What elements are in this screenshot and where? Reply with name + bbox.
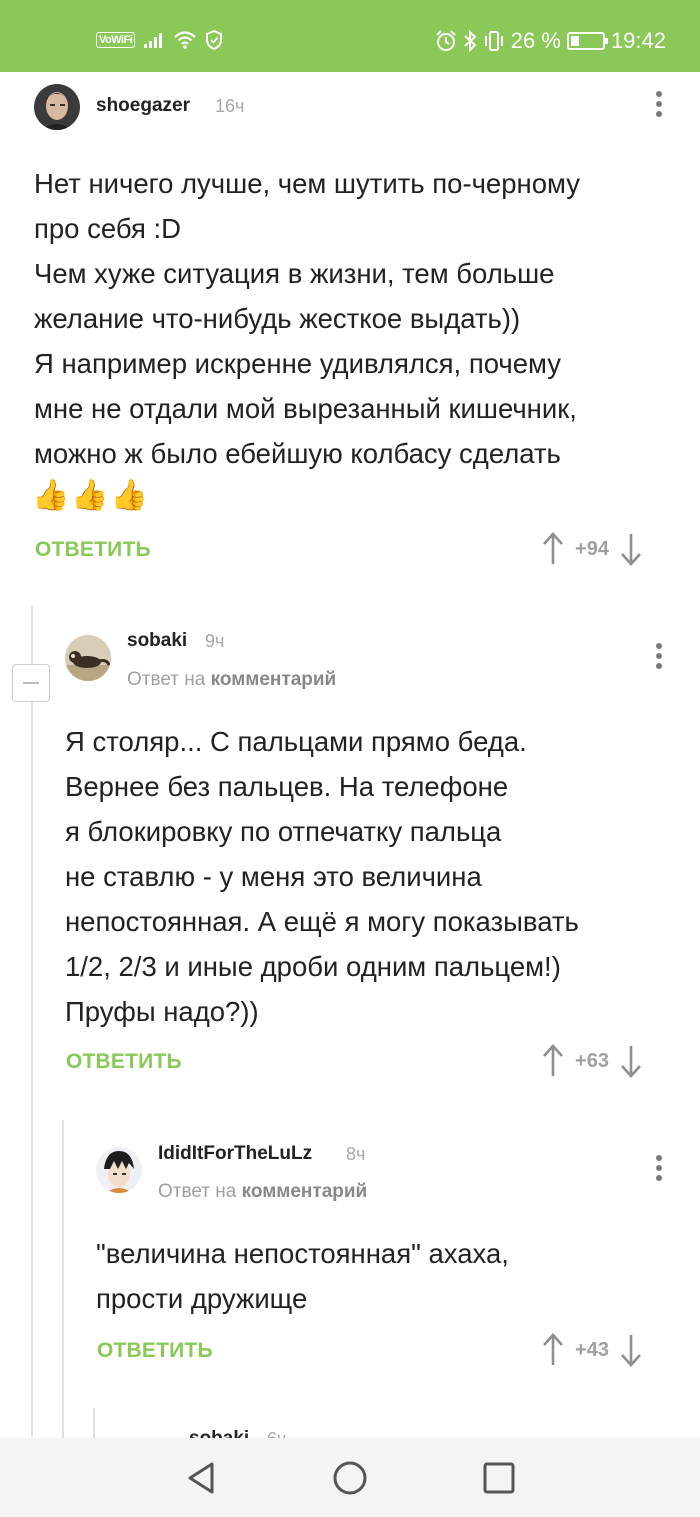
score: +94 [575, 537, 609, 560]
status-left: VoWiFi [96, 30, 223, 50]
vote-controls: +63 [542, 1044, 642, 1078]
text-line: Пруфы надо?)) [65, 996, 259, 1027]
text-line: прости дружище [96, 1283, 308, 1314]
comment-text: Я столяр... С пальцами прямо беда. Верне… [65, 719, 579, 1034]
reply-to-prefix: Ответ на [127, 669, 206, 690]
wifi-icon [174, 31, 197, 49]
vowifi-icon: VoWiFi [96, 32, 136, 48]
text-line: Вернее без пальцев. На телефоне [65, 771, 509, 802]
thread-line [93, 1408, 95, 1438]
arrow-down-icon[interactable] [620, 1044, 642, 1078]
vote-controls: +94 [542, 532, 642, 566]
reply-to: Ответ на комментарий [158, 1181, 367, 1203]
more-options-icon[interactable] [653, 643, 665, 673]
text-line: не ставлю - у меня это величина [65, 861, 482, 892]
vote-controls: +43 [542, 1333, 642, 1367]
arrow-up-icon[interactable] [542, 532, 564, 566]
thread-line [62, 1120, 64, 1438]
text-line: про себя :D [34, 213, 182, 244]
collapse-thread-button[interactable] [12, 664, 50, 702]
battery-icon [566, 32, 608, 50]
avatar[interactable] [96, 1147, 142, 1193]
arrow-up-icon[interactable] [542, 1333, 564, 1367]
text-line: я блокировку по отпечатку пальца [65, 816, 502, 847]
text-line: Я столяр... С пальцами прямо беда. [65, 726, 527, 757]
reply-to-link[interactable]: комментарий [211, 669, 337, 690]
recents-icon[interactable] [482, 1460, 516, 1496]
text-line: непостоянная. А ещё я могу показывать [65, 906, 579, 937]
alarm-icon [436, 30, 456, 51]
avatar-image [34, 84, 80, 130]
status-right: 26 % 19:42 [435, 28, 666, 54]
arrow-up-icon[interactable] [542, 1044, 564, 1078]
comment-text: Нет ничего лучше, чем шутить по-черному … [34, 161, 580, 476]
text-line: Нет ничего лучше, чем шутить по-черному [34, 168, 580, 199]
comment-time: 9ч [205, 631, 225, 651]
signal-icon [144, 33, 163, 48]
score: +63 [575, 1049, 609, 1072]
text-line: 1/2, 2/3 и иные дроби одним пальцем!) [65, 951, 561, 982]
avatar[interactable] [34, 84, 80, 130]
comment-time: 8ч [346, 1144, 366, 1164]
thread-line [31, 606, 33, 1438]
shield-icon [206, 30, 223, 50]
avatar-image [65, 635, 111, 681]
home-icon[interactable] [332, 1460, 368, 1496]
reply-to: Ответ на комментарий [127, 669, 336, 691]
text-line: желание что-нибудь жесткое выдать)) [34, 303, 521, 334]
back-icon[interactable] [184, 1460, 218, 1496]
arrow-down-icon[interactable] [620, 1333, 642, 1367]
more-options-icon[interactable] [653, 91, 665, 121]
reply-button[interactable]: ОТВЕТИТЬ [97, 1339, 213, 1363]
username[interactable]: shoegazer [96, 95, 190, 117]
avatar-image [96, 1147, 142, 1193]
comment-time: 16ч [215, 96, 245, 116]
thumbs-up-emoji: 👍👍👍 [32, 479, 151, 512]
battery-percent: 26 % [510, 28, 561, 53]
status-bar: VoWiFi 26 % 19:42 [0, 0, 700, 72]
username[interactable]: sobaki [127, 630, 187, 652]
bluetooth-icon [464, 30, 477, 52]
text-line: мне не отдали мой вырезанный кишечник, [34, 393, 577, 424]
reply-to-prefix: Ответ на [158, 1181, 237, 1202]
clock: 19:42 [610, 28, 666, 53]
text-line: можно ж было ебейшую колбасу сделать [34, 438, 561, 469]
vibrate-icon [484, 31, 503, 51]
more-options-icon[interactable] [653, 1155, 665, 1185]
text-line: Я например искренне удивлялся, почему [34, 348, 561, 379]
username[interactable]: IdidItForTheLuLz [158, 1143, 312, 1165]
reply-button[interactable]: ОТВЕТИТЬ [66, 1050, 182, 1074]
battery-level [570, 36, 579, 46]
comment-text: "величина непостоянная" ахаха, прости др… [96, 1231, 509, 1321]
avatar[interactable] [65, 635, 111, 681]
text-line: "величина непостоянная" ахаха, [96, 1238, 509, 1269]
navigation-bar [0, 1438, 700, 1517]
score: +43 [575, 1338, 609, 1361]
arrow-down-icon[interactable] [620, 532, 642, 566]
text-line: Чем хуже ситуация в жизни, тем больше [34, 258, 555, 289]
reply-button[interactable]: ОТВЕТИТЬ [35, 538, 151, 562]
reply-to-link[interactable]: комментарий [242, 1181, 368, 1202]
